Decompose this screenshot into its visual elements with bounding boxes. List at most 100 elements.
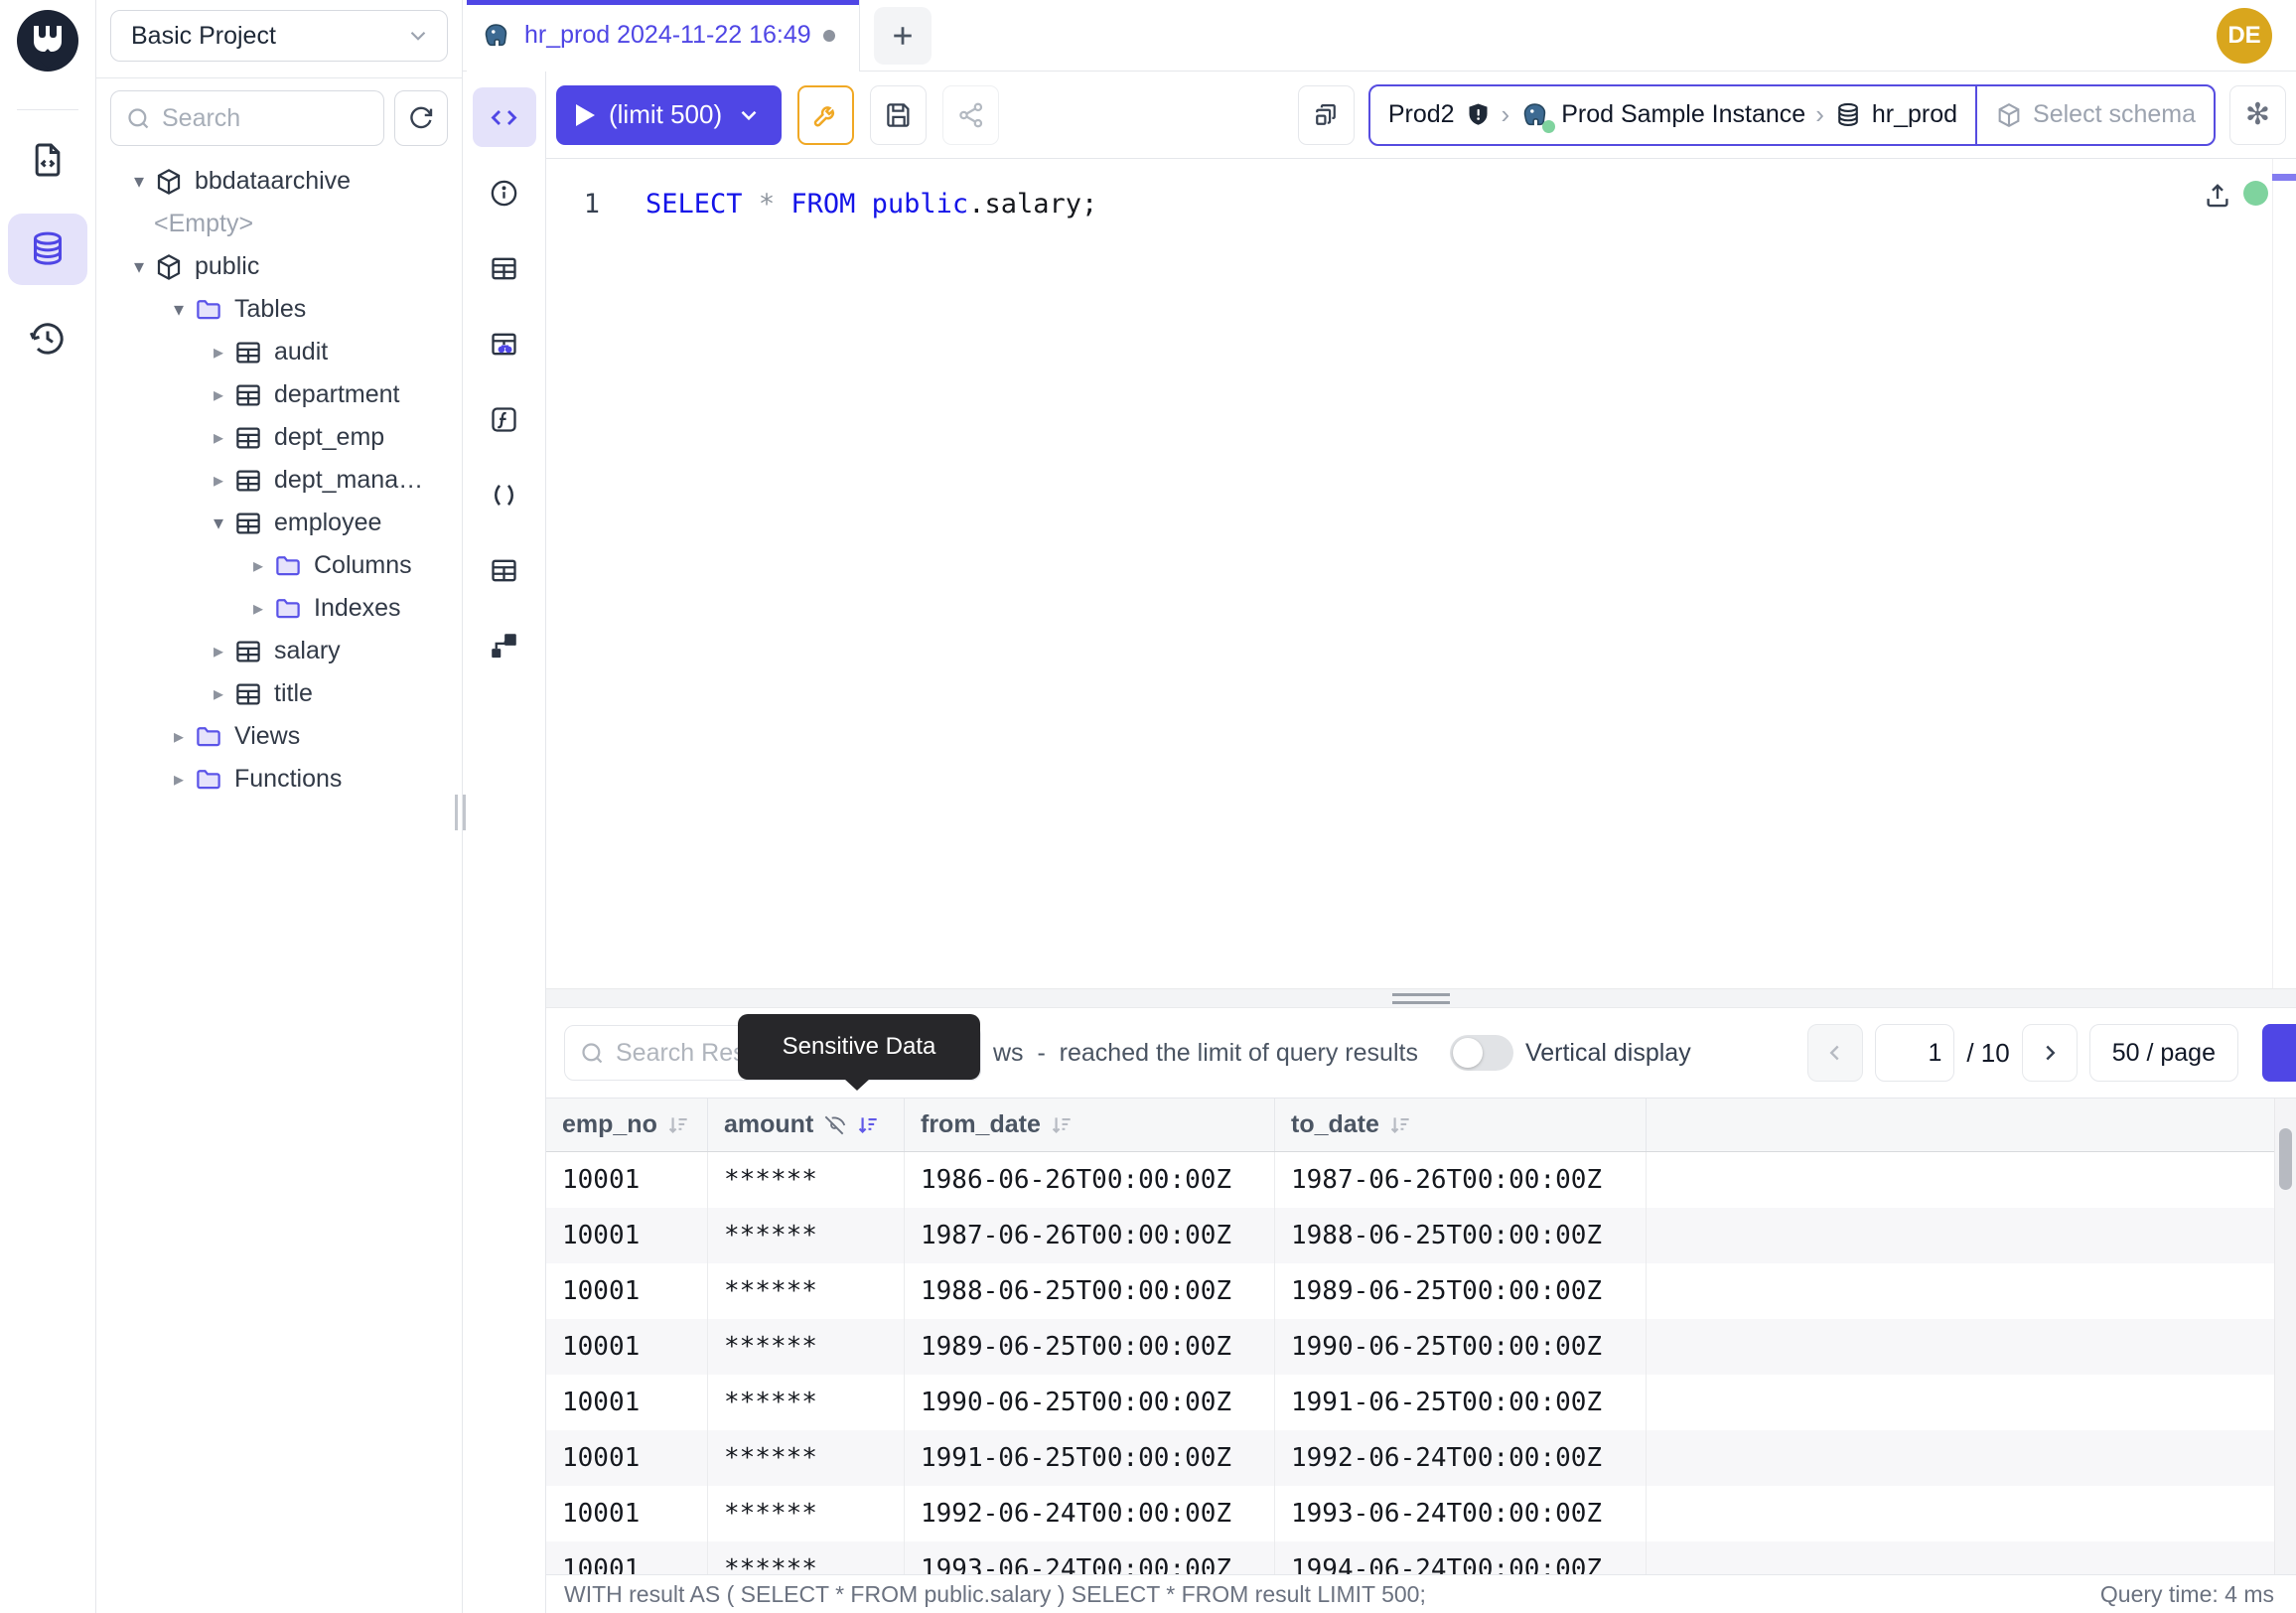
tree-item-bbdataarchive[interactable]: ▾ bbdataarchive xyxy=(96,160,462,203)
caret-down-icon[interactable]: ▾ xyxy=(124,254,154,279)
sensitive-data-tooltip: Sensitive Data xyxy=(738,1014,980,1080)
avatar[interactable]: DE xyxy=(2217,8,2272,64)
table-row[interactable]: 10001******1992-06-24T00:00:00Z1993-06-2… xyxy=(546,1486,2296,1541)
tree-item-empty[interactable]: <Empty> xyxy=(96,203,462,245)
previous-page-button[interactable] xyxy=(1807,1024,1863,1082)
table-row[interactable]: 10001******1986-06-26T00:00:00Z1987-06-2… xyxy=(546,1152,2296,1208)
tree-item-tables[interactable]: ▾Tables xyxy=(96,288,462,331)
sidebar-search-input[interactable] xyxy=(162,104,369,133)
caret-down-icon[interactable]: ▾ xyxy=(164,297,194,322)
caret-right-icon[interactable]: ▸ xyxy=(204,425,233,450)
database-nav-button[interactable] xyxy=(8,214,87,285)
tree-item-label: employee xyxy=(274,509,381,537)
new-tab-button[interactable] xyxy=(874,7,932,65)
sheet-panel-button[interactable] xyxy=(473,540,536,600)
table-cell: 1988-06-25T00:00:00Z xyxy=(1275,1208,1647,1263)
caret-right-icon[interactable]: ▸ xyxy=(164,767,194,792)
schema-selector[interactable]: Select schema xyxy=(1975,86,2214,144)
bytebase-logo[interactable] xyxy=(17,10,78,72)
table-row[interactable]: 10001******1993-06-24T00:00:00Z1994-06-2… xyxy=(546,1541,2296,1574)
chevron-right-icon xyxy=(2037,1040,2063,1066)
connection-status-dot xyxy=(2243,181,2268,206)
column-header-from_date[interactable]: from_date xyxy=(905,1099,1275,1151)
share-button[interactable] xyxy=(942,85,999,145)
sidebar-search[interactable] xyxy=(110,90,384,146)
worksheet-nav-button[interactable] xyxy=(8,124,87,196)
tree-item-department[interactable]: ▸department xyxy=(96,373,462,416)
sort-icon[interactable] xyxy=(855,1112,881,1138)
next-page-button[interactable] xyxy=(2022,1024,2078,1082)
tree-item-dept-emp[interactable]: ▸dept_emp xyxy=(96,416,462,459)
run-query-button[interactable]: (limit 500) xyxy=(556,85,782,145)
batch-query-icon xyxy=(1312,101,1340,129)
tables-panel-button[interactable] xyxy=(473,238,536,298)
tree-item-label: bbdataarchive xyxy=(195,167,351,196)
page-size-selector[interactable]: 50 / page xyxy=(2089,1024,2238,1082)
tree-item-views[interactable]: ▸Views xyxy=(96,715,462,758)
history-nav-button[interactable] xyxy=(8,303,87,374)
table-row[interactable]: 10001******1988-06-25T00:00:00Z1989-06-2… xyxy=(546,1263,2296,1319)
sort-icon[interactable] xyxy=(1387,1112,1413,1138)
schema-diagram-panel-button[interactable] xyxy=(473,616,536,675)
page-number-input[interactable] xyxy=(1875,1024,1954,1082)
caret-right-icon[interactable]: ▸ xyxy=(204,468,233,493)
caret-right-icon[interactable]: ▸ xyxy=(243,596,273,621)
project-selector[interactable]: Basic Project xyxy=(110,10,448,62)
refresh-button[interactable] xyxy=(394,90,448,146)
save-button[interactable] xyxy=(870,85,927,145)
table-row[interactable]: 10001******1990-06-25T00:00:00Z1991-06-2… xyxy=(546,1375,2296,1430)
sql-editor[interactable]: 1 SELECT * FROM public.salary; xyxy=(546,159,2296,988)
tree-item-dept-mana[interactable]: ▸dept_mana… xyxy=(96,459,462,502)
editor-scrollbar[interactable] xyxy=(2272,159,2296,988)
vertical-display-toggle[interactable] xyxy=(1450,1035,1513,1071)
results-scrollbar[interactable] xyxy=(2274,1099,2296,1574)
connection-context[interactable]: Prod2 › Prod Sample Instance xyxy=(1370,86,1975,144)
caret-right-icon[interactable]: ▸ xyxy=(204,382,233,407)
caret-right-icon[interactable]: ▸ xyxy=(204,639,233,663)
caret-down-icon[interactable]: ▾ xyxy=(204,511,233,535)
folder-icon xyxy=(194,722,223,752)
tree-item-employee[interactable]: ▾ employee xyxy=(96,502,462,544)
table-cell: 1992-06-24T00:00:00Z xyxy=(905,1486,1275,1541)
code-panel-button[interactable] xyxy=(473,87,536,147)
project-selector-value: Basic Project xyxy=(131,22,276,51)
table-cell: 1993-06-24T00:00:00Z xyxy=(1275,1486,1647,1541)
tree-item-title[interactable]: ▸title xyxy=(96,672,462,715)
caret-right-icon[interactable]: ▸ xyxy=(204,681,233,706)
table-row[interactable]: 10001******1987-06-26T00:00:00Z1988-06-2… xyxy=(546,1208,2296,1263)
results-scrollbar-thumb[interactable] xyxy=(2279,1128,2292,1190)
masked-data-panel-button[interactable] xyxy=(473,314,536,373)
column-header-to_date[interactable]: to_date xyxy=(1275,1099,1647,1151)
tree-item-indexes[interactable]: ▸Indexes xyxy=(96,587,462,630)
sort-icon[interactable] xyxy=(1049,1112,1075,1138)
sort-icon[interactable] xyxy=(665,1112,691,1138)
batch-query-button[interactable] xyxy=(1298,85,1355,145)
panel-edge-button[interactable] xyxy=(2262,1024,2296,1082)
sidebar-resize-handle[interactable] xyxy=(455,795,466,830)
tree-item-functions[interactable]: ▸Functions xyxy=(96,758,462,801)
caret-right-icon[interactable]: ▸ xyxy=(164,724,194,749)
caret-right-icon[interactable]: ▸ xyxy=(243,553,273,578)
caret-right-icon[interactable]: ▸ xyxy=(204,340,233,365)
chevron-down-icon[interactable] xyxy=(736,102,762,128)
shield-icon xyxy=(1465,101,1492,128)
table-cell: 1986-06-26T00:00:00Z xyxy=(905,1152,1275,1208)
column-header-emp_no[interactable]: emp_no xyxy=(546,1099,708,1151)
eye-off-icon[interactable] xyxy=(821,1112,847,1138)
tree-item-columns[interactable]: ▸Columns xyxy=(96,544,462,587)
ai-assistant-button[interactable]: ✻ xyxy=(2229,85,2286,145)
tree-item-salary[interactable]: ▸salary xyxy=(96,630,462,672)
upload-icon[interactable] xyxy=(2203,181,2232,211)
table-row[interactable]: 10001******1991-06-25T00:00:00Z1992-06-2… xyxy=(546,1430,2296,1486)
tree-item-public[interactable]: ▾public xyxy=(96,245,462,288)
caret-down-icon[interactable]: ▾ xyxy=(124,169,154,194)
tab-hr-prod[interactable]: hr_prod 2024-11-22 16:49 xyxy=(467,0,860,72)
format-sql-button[interactable] xyxy=(797,85,854,145)
parameters-panel-button[interactable] xyxy=(473,465,536,524)
functions-panel-button[interactable] xyxy=(473,389,536,449)
tree-item-audit[interactable]: ▸audit xyxy=(96,331,462,373)
table-row[interactable]: 10001******1989-06-25T00:00:00Z1990-06-2… xyxy=(546,1319,2296,1375)
info-panel-button[interactable] xyxy=(473,163,536,222)
panel-splitter[interactable] xyxy=(546,988,2296,1008)
column-header-amount[interactable]: amount xyxy=(708,1099,905,1151)
